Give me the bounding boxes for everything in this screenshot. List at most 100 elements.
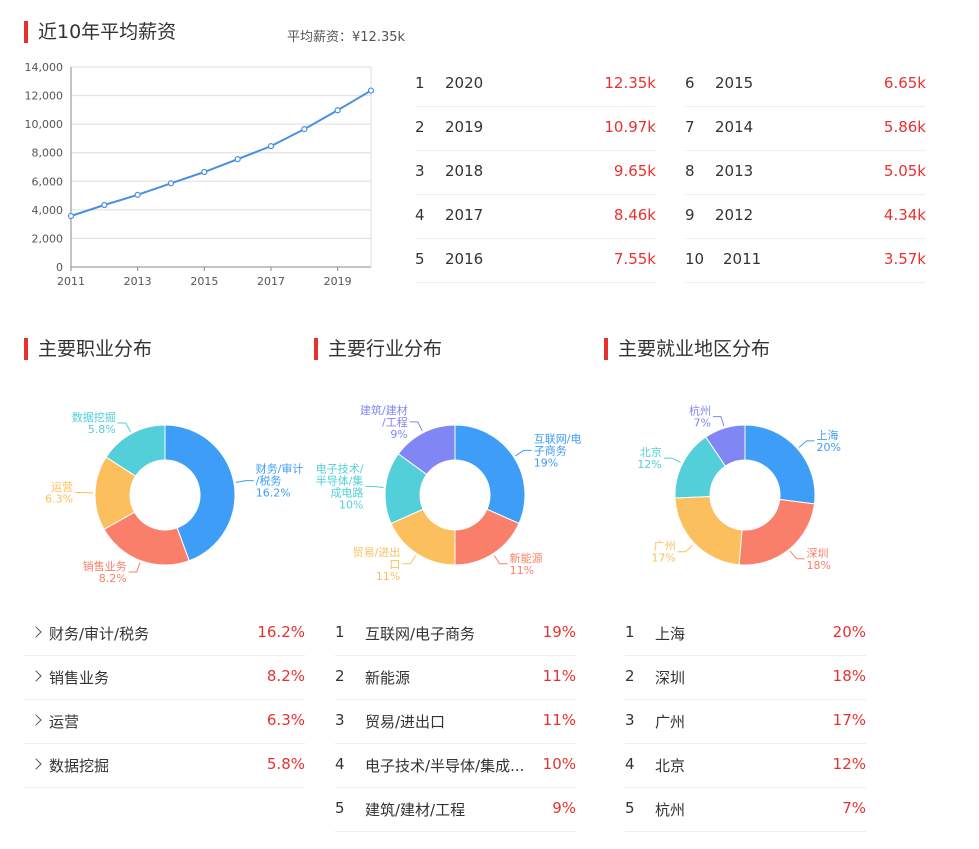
label-leader-line bbox=[515, 449, 532, 457]
x-tick-label: 2011 bbox=[57, 275, 85, 288]
slice-value-label: 8.2% bbox=[99, 572, 127, 585]
y-tick-label: 10,000 bbox=[25, 118, 64, 131]
label-leader-line bbox=[712, 416, 725, 427]
label-leader-line bbox=[409, 421, 423, 432]
rank-value: 10.97k bbox=[604, 118, 656, 136]
item-value: 5.8% bbox=[266, 755, 305, 773]
salary-rank-row: 6 2015 6.65k bbox=[685, 62, 926, 107]
item-value: 20% bbox=[832, 623, 866, 641]
rank-year: 2012 bbox=[715, 206, 754, 224]
slice-label: 半导体/集 bbox=[316, 473, 364, 487]
data-point bbox=[201, 168, 208, 176]
slice-value-label: 12% bbox=[637, 458, 661, 471]
rank-number: 1 bbox=[415, 74, 425, 92]
slice-value-label: 20% bbox=[817, 441, 841, 454]
slice-value-label: 7% bbox=[694, 417, 711, 430]
rank-value: 8.46k bbox=[613, 206, 656, 224]
item-name: 深圳 bbox=[655, 669, 686, 687]
rank-value: 3.57k bbox=[883, 250, 926, 268]
item-value: 8.2% bbox=[266, 667, 305, 685]
item-value: 6.3% bbox=[266, 711, 305, 729]
item-value: 11% bbox=[542, 667, 576, 685]
y-tick-label: 8,000 bbox=[32, 147, 64, 160]
slice-label: 新能源 bbox=[510, 551, 543, 565]
slice-label: 贸易/进出 bbox=[353, 545, 401, 559]
list-item[interactable]: 销售业务 8.2% bbox=[24, 655, 305, 700]
list-item: 3 贸易/进出口 11% bbox=[335, 699, 576, 744]
item-value: 11% bbox=[542, 711, 576, 729]
salary-rank-row: 7 2014 5.86k bbox=[685, 106, 926, 151]
chevron-right-icon bbox=[30, 758, 42, 770]
line-grid bbox=[70, 66, 372, 268]
rank-number: 4 bbox=[415, 206, 425, 224]
x-tick-label: 2013 bbox=[124, 275, 152, 288]
rank-number: 4 bbox=[335, 755, 345, 773]
donut-slice bbox=[454, 424, 526, 525]
salary-section-title: 近10年平均薪资 bbox=[24, 20, 176, 44]
y-tick-label: 2,000 bbox=[32, 232, 64, 245]
slice-label: 销售业务 bbox=[83, 559, 127, 573]
slice-label: 上海 bbox=[817, 428, 839, 442]
rank-year: 2014 bbox=[715, 118, 754, 136]
industry-section-title: 主要行业分布 bbox=[314, 337, 442, 361]
list-item[interactable]: 运营 6.3% bbox=[24, 699, 305, 744]
data-point bbox=[301, 126, 308, 133]
data-point bbox=[334, 107, 341, 114]
item-value: 16.2% bbox=[257, 623, 305, 641]
region-donut-chart: 上海20%深圳18%广州17%北京12%杭州7% bbox=[637, 404, 841, 572]
chevron-right-icon bbox=[30, 714, 42, 726]
line-series bbox=[67, 87, 375, 220]
label-leader-line bbox=[677, 544, 694, 553]
slice-label: 北京 bbox=[640, 445, 662, 459]
item-name: 上海 bbox=[655, 625, 686, 643]
slice-value-label: 18% bbox=[807, 559, 831, 572]
list-item: 4 电子技术/半导体/集成... 10% bbox=[335, 743, 576, 788]
label-leader-line bbox=[789, 550, 805, 560]
data-point bbox=[67, 212, 75, 220]
rank-year: 2016 bbox=[445, 250, 484, 268]
data-point bbox=[101, 201, 108, 209]
item-value: 9% bbox=[552, 799, 576, 817]
label-leader-line bbox=[402, 555, 417, 565]
salary-rank-row: 5 2016 7.55k bbox=[415, 238, 656, 283]
region-section-title: 主要就业地区分布 bbox=[604, 337, 770, 361]
rank-number: 5 bbox=[625, 799, 635, 817]
item-name: 北京 bbox=[655, 757, 686, 775]
rank-number: 4 bbox=[625, 755, 635, 773]
label-leader-line bbox=[117, 422, 131, 433]
list-item[interactable]: 财务/审计/税务 16.2% bbox=[24, 611, 305, 656]
salary-rank-row: 8 2013 5.05k bbox=[685, 150, 926, 195]
salary-line-chart: 02,0004,0006,0008,00010,00012,00014,000 … bbox=[25, 61, 375, 288]
list-item[interactable]: 数据挖掘 5.8% bbox=[24, 743, 305, 788]
salary-rank-row: 1 2020 12.35k bbox=[415, 62, 656, 107]
industry-donut-chart: 互联网/电子商务19%新能源11%贸易/进出口11%电子技术/半导体/集成电路1… bbox=[316, 403, 582, 583]
list-item: 1 互联网/电子商务 19% bbox=[335, 611, 576, 656]
donut-slice bbox=[674, 495, 743, 566]
rank-year: 2018 bbox=[445, 162, 484, 180]
slice-label: 运营 bbox=[51, 480, 73, 494]
slice-label: 数据挖掘 bbox=[72, 410, 116, 424]
item-name: 贸易/进出口 bbox=[365, 713, 446, 731]
rank-number: 6 bbox=[685, 74, 695, 92]
slice-value-label: 9% bbox=[390, 428, 407, 441]
rank-number: 2 bbox=[625, 667, 635, 685]
list-item: 2 新能源 11% bbox=[335, 655, 576, 700]
slice-label: /税务 bbox=[256, 474, 282, 488]
line-x-ticks: 2011 2013 2015 2017 2019 bbox=[57, 267, 352, 288]
item-value: 10% bbox=[542, 755, 576, 773]
rank-year: 2019 bbox=[445, 118, 484, 136]
slice-value-label: 11% bbox=[376, 570, 400, 583]
rank-year: 2011 bbox=[723, 250, 762, 268]
slice-value-label: 19% bbox=[534, 456, 558, 469]
item-value: 7% bbox=[842, 799, 866, 817]
data-point bbox=[167, 180, 175, 187]
rank-number: 9 bbox=[685, 206, 695, 224]
item-name: 运营 bbox=[49, 713, 80, 731]
donut-slice bbox=[738, 498, 815, 566]
rank-number: 10 bbox=[685, 250, 705, 268]
slice-label: 杭州 bbox=[689, 404, 711, 418]
y-tick-label: 12,000 bbox=[25, 90, 64, 103]
rank-value: 5.86k bbox=[883, 118, 926, 136]
data-point bbox=[134, 191, 141, 198]
rank-year: 2015 bbox=[715, 74, 754, 92]
